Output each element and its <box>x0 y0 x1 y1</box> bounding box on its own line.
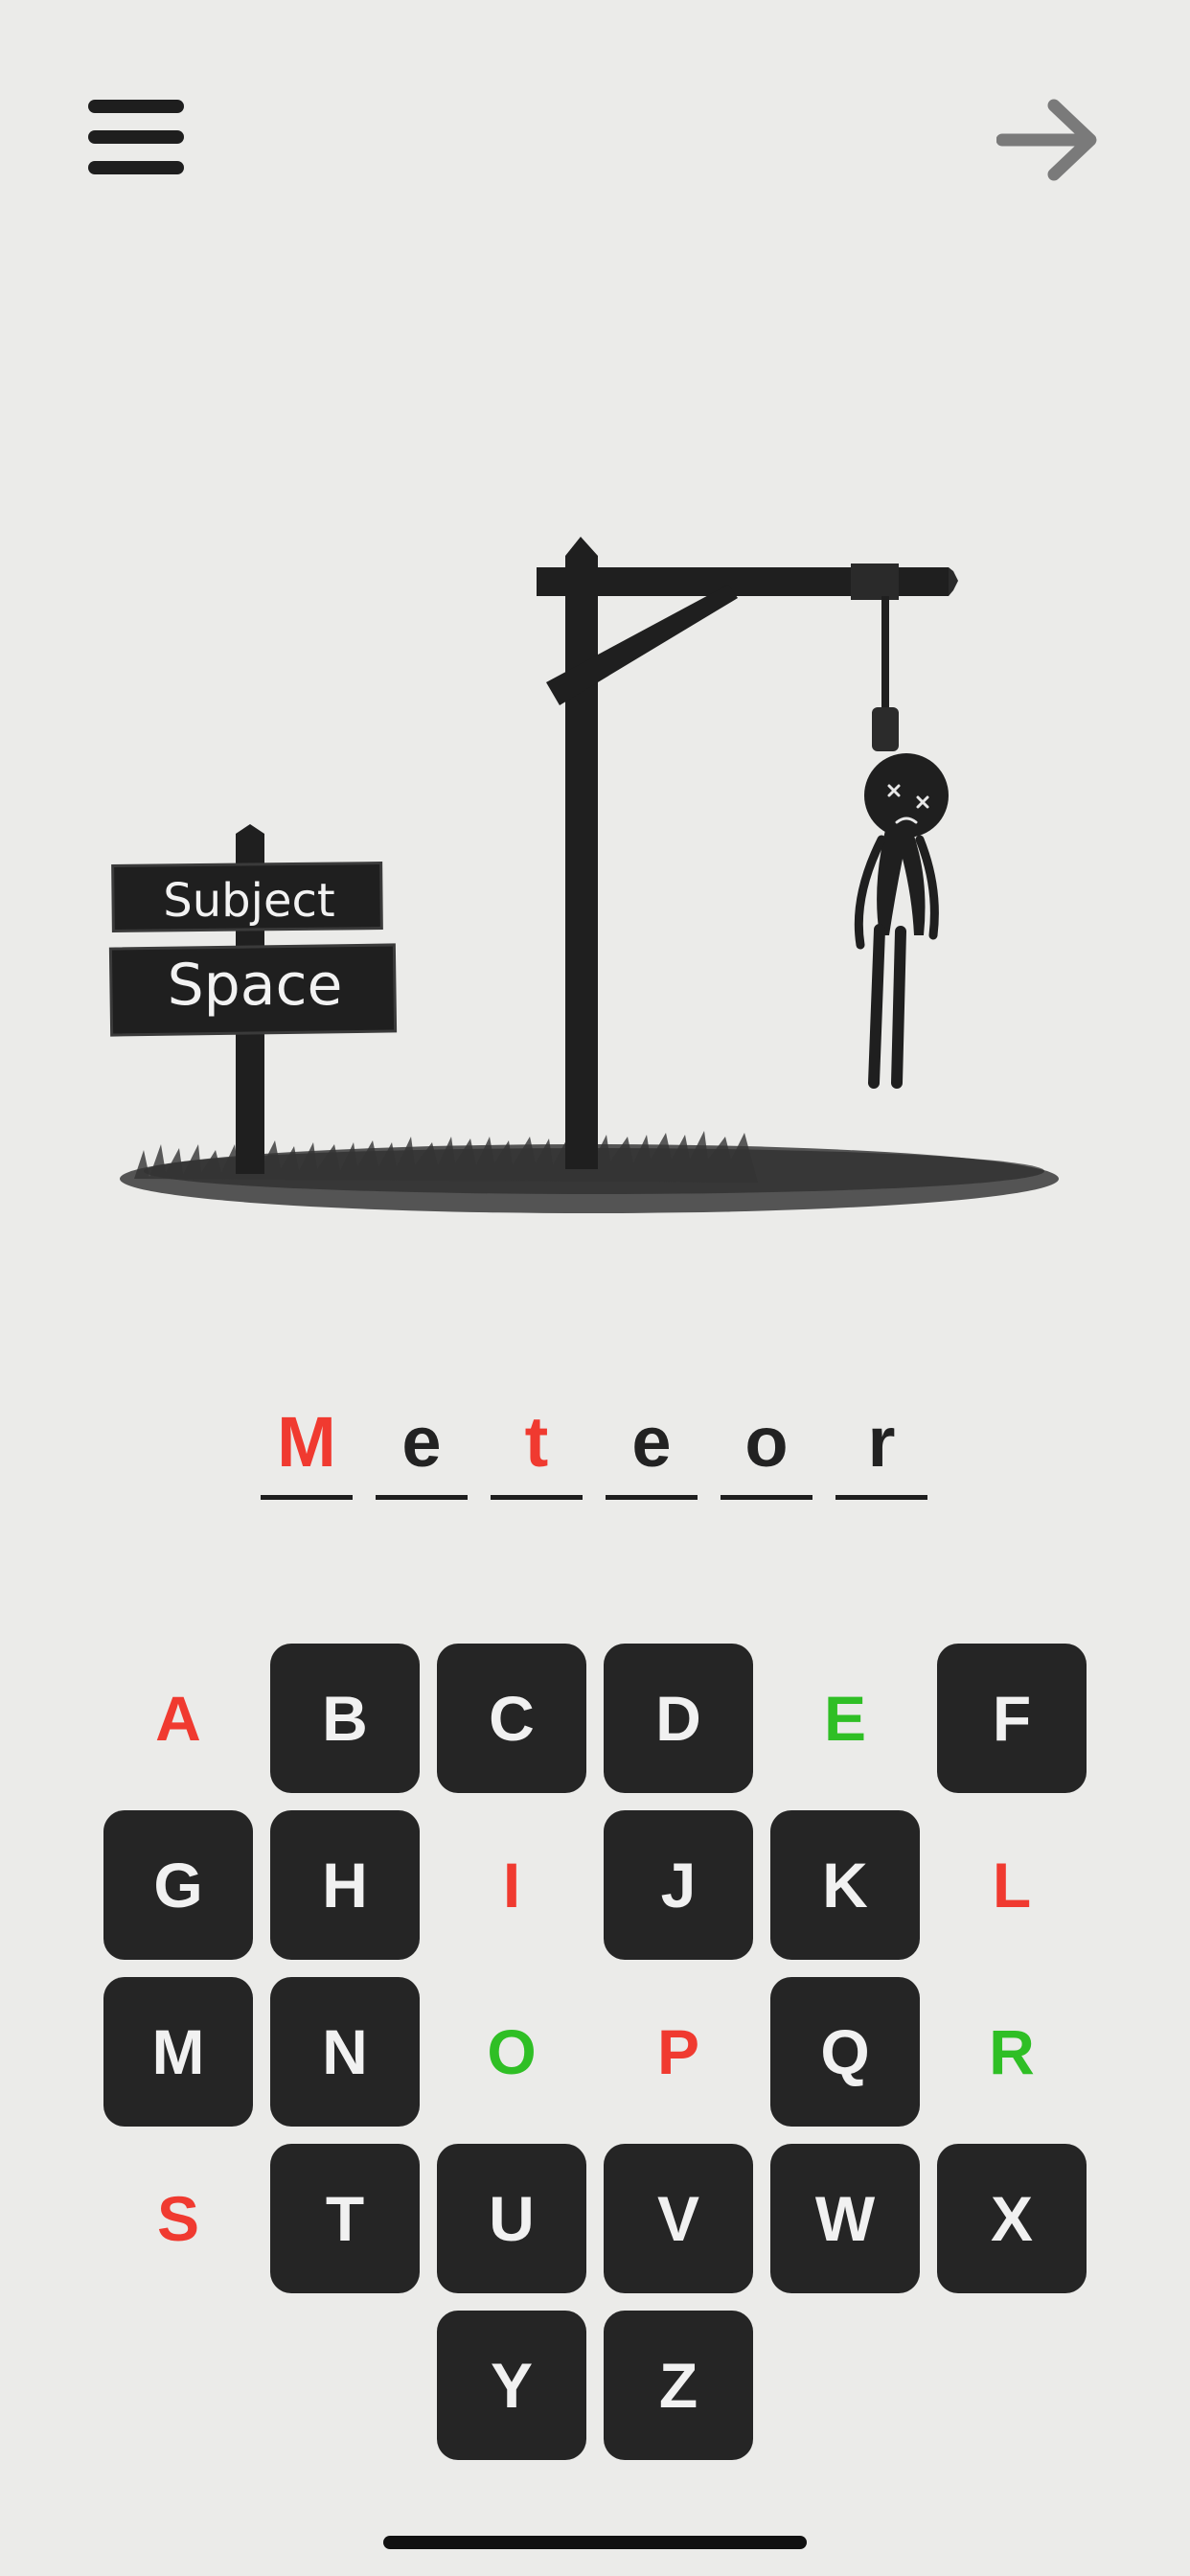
key-q[interactable]: Q <box>770 1977 920 2127</box>
word-letter: e <box>376 1390 468 1500</box>
key-h[interactable]: H <box>270 1810 420 1960</box>
key-f[interactable]: F <box>937 1644 1087 1793</box>
next-word-button[interactable] <box>995 92 1104 188</box>
key-c[interactable]: C <box>437 1644 586 1793</box>
home-indicator[interactable] <box>383 2536 807 2549</box>
key-v[interactable]: V <box>604 2144 753 2293</box>
subject-label: Subject <box>163 874 334 928</box>
key-m[interactable]: M <box>103 1977 253 2127</box>
hanged-figure <box>854 596 949 1089</box>
key-t[interactable]: T <box>270 2144 420 2293</box>
hangman-game-screen: Subject Space M e t e o r A B C D E F G … <box>0 0 1190 2576</box>
key-w[interactable]: W <box>770 2144 920 2293</box>
word-letter: M <box>261 1390 353 1500</box>
word-letter: t <box>491 1390 583 1500</box>
key-p: P <box>656 2016 700 2087</box>
key-n[interactable]: N <box>270 1977 420 2127</box>
key-a: A <box>155 1683 201 1754</box>
menu-button[interactable] <box>88 94 190 186</box>
key-i: I <box>502 1850 521 1920</box>
word-letter: r <box>835 1390 927 1500</box>
key-z[interactable]: Z <box>604 2311 753 2460</box>
subject-value: Space <box>168 952 343 1019</box>
guess-word: M e t e o r <box>0 1390 1190 1505</box>
key-k[interactable]: K <box>770 1810 920 1960</box>
hangman-scene: Subject Space <box>108 537 1059 1213</box>
key-b[interactable]: B <box>270 1644 420 1793</box>
word-letter: o <box>721 1390 812 1500</box>
word-letter: e <box>606 1390 698 1500</box>
key-y[interactable]: Y <box>437 2311 586 2460</box>
subject-signpost: Subject Space <box>108 824 398 1174</box>
key-d[interactable]: D <box>604 1644 753 1793</box>
key-g[interactable]: G <box>103 1810 253 1960</box>
key-e: E <box>823 1683 867 1754</box>
key-r: R <box>989 2016 1035 2087</box>
key-o: O <box>487 2016 537 2087</box>
key-u[interactable]: U <box>437 2144 586 2293</box>
key-j[interactable]: J <box>604 1810 753 1960</box>
key-x[interactable]: X <box>937 2144 1087 2293</box>
arrow-right-icon <box>995 99 1097 181</box>
key-s: S <box>156 2183 200 2254</box>
key-l: L <box>992 1850 1032 1920</box>
